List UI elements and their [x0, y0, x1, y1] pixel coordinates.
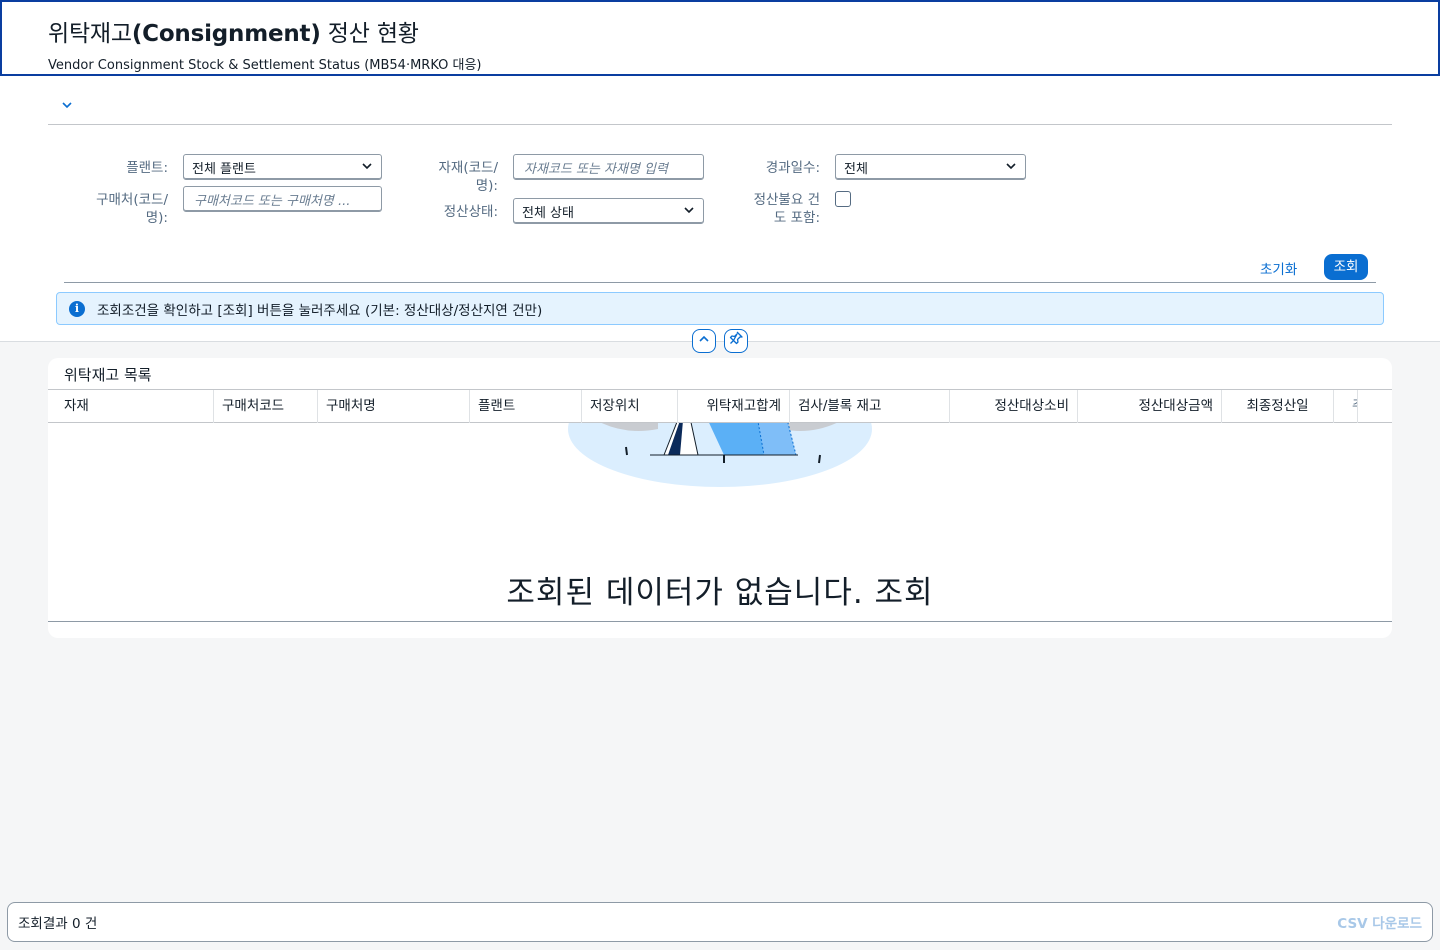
include-label: 정산불요 건 도 포함:: [753, 192, 820, 226]
csv-download-button[interactable]: CSV 다운로드: [1337, 912, 1422, 932]
reset-button[interactable]: 초기화: [1260, 258, 1297, 278]
result-count: 조회결과 0 건: [18, 916, 98, 932]
footer-bar: 조회결과 0 건 CSV 다운로드: [7, 902, 1433, 942]
page-subtitle: Vendor Consignment Stock & Settlement St…: [48, 58, 482, 73]
consignment-table-panel: 위탁재고 목록 자재 구매처코드 구매처명 플랜트 저장위치 위탁재고합계 검사…: [48, 358, 1392, 638]
info-message-text: 조회조건을 확인하고 [조회] 버튼을 눌러주세요 (기본: 정산대상/정산지연…: [97, 302, 543, 319]
chevron-down-icon: [361, 160, 373, 175]
include-checkbox[interactable]: [835, 191, 851, 207]
column-header-last-settlement-date[interactable]: 최종정산일: [1222, 390, 1334, 423]
vendor-label: 구매처(코드/ 명):: [96, 192, 168, 226]
column-header-material[interactable]: 자재: [48, 390, 214, 423]
plant-select-value: 전체 플랜트: [192, 161, 256, 177]
column-header-vendor-name[interactable]: 구매처명: [318, 390, 470, 423]
search-button[interactable]: 조회: [1324, 254, 1368, 280]
status-select-value: 전체 상태: [522, 205, 574, 221]
column-header-settlement-consumption[interactable]: 정산대상소비: [950, 390, 1078, 423]
material-input[interactable]: 자재코드 또는 자재명 입력: [513, 154, 704, 180]
chevron-down-icon: [683, 204, 695, 219]
pin-icon: [729, 331, 743, 345]
plant-select[interactable]: 전체 플랜트: [183, 154, 382, 180]
status-select[interactable]: 전체 상태: [513, 198, 704, 224]
table-body: 조회된 데이터가 없습니다. 조회: [48, 423, 1392, 623]
column-header-vendor-code[interactable]: 구매처코드: [214, 390, 318, 423]
filter-divider: [48, 124, 1392, 125]
pin-header-button[interactable]: [724, 329, 748, 353]
page-header: 위탁재고(Consignment) 정산 현황 Vendor Consignme…: [0, 0, 1440, 76]
info-icon: i: [69, 300, 85, 317]
filter-bar: 플랜트: 전체 플랜트 구매처(코드/ 명): 구매처코드 또는 구매처명 ..…: [0, 76, 1440, 342]
page-title: 위탁재고(Consignment) 정산 현황: [48, 21, 419, 47]
material-label: 자재(코드/ 명):: [438, 160, 499, 194]
empty-state-illustration: [568, 423, 872, 487]
column-header-overflow[interactable]: 주: [1334, 390, 1358, 423]
collapse-header-button[interactable]: [692, 329, 716, 353]
chevron-down-icon: [1005, 160, 1017, 175]
empty-state-message: 조회된 데이터가 없습니다. 조회: [506, 575, 934, 611]
column-header-plant[interactable]: 플랜트: [470, 390, 582, 423]
collapse-filter-icon[interactable]: [60, 98, 76, 114]
days-select-value: 전체: [844, 161, 868, 177]
column-header-inspection-blocked[interactable]: 검사/블록 재고: [790, 390, 950, 423]
plant-label: 플랜트:: [126, 160, 168, 176]
toolbar-divider: [64, 282, 1376, 283]
column-header-consignment-total[interactable]: 위탁재고합계: [678, 390, 790, 423]
table-body-divider: [48, 621, 1392, 622]
table-header: 자재 구매처코드 구매처명 플랜트 저장위치 위탁재고합계 검사/블록 재고 정…: [48, 389, 1392, 423]
chevron-up-icon: [699, 335, 709, 342]
days-select[interactable]: 전체: [835, 154, 1026, 180]
column-header-settlement-amount[interactable]: 정산대상금액: [1078, 390, 1222, 423]
days-label: 경과일수:: [765, 160, 820, 176]
info-message-strip: i 조회조건을 확인하고 [조회] 버튼을 눌러주세요 (기본: 정산대상/정산…: [56, 292, 1384, 325]
vendor-input[interactable]: 구매처코드 또는 구매처명 ...: [183, 186, 382, 212]
status-label: 정산상태:: [443, 204, 498, 220]
table-title: 위탁재고 목록: [64, 366, 152, 384]
column-header-storage-location[interactable]: 저장위치: [582, 390, 678, 423]
